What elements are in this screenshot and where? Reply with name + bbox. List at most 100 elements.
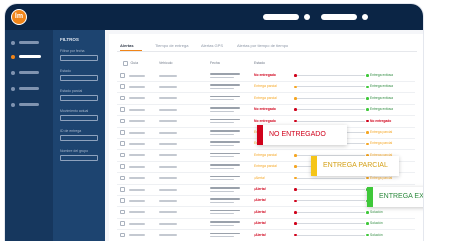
date-placeholder xyxy=(210,175,240,178)
date-placeholder xyxy=(210,232,240,235)
app-window: lm FILTROS Filtrar por fecha Estado Esta… xyxy=(5,4,423,241)
table-row[interactable]: ¡Alerta! Solución xyxy=(117,207,415,219)
row-result: Solución xyxy=(370,221,383,226)
filter-status-input[interactable] xyxy=(60,75,98,81)
sidebar-item[interactable] xyxy=(11,86,47,92)
filter-label: Estado parcial xyxy=(60,89,83,93)
nav-icon xyxy=(11,71,15,75)
callout-edge xyxy=(257,125,263,145)
result-dot-icon xyxy=(366,142,369,146)
guia-placeholder xyxy=(129,97,145,100)
row-checkbox[interactable] xyxy=(120,141,125,146)
guia-placeholder xyxy=(129,120,145,123)
row-checkbox[interactable] xyxy=(120,95,125,101)
tab-alertas-gps[interactable]: Alertas GPS xyxy=(201,43,223,48)
guia-placeholder xyxy=(129,154,145,157)
tab-tiempo-entrega[interactable]: Tiempo de entrega xyxy=(155,43,188,48)
filters-title: FILTROS xyxy=(60,37,79,42)
row-status: Entrega parcial xyxy=(254,164,277,169)
vehicle-placeholder xyxy=(159,120,177,123)
filter-label: Nombre del grupo xyxy=(60,149,89,153)
guia-placeholder xyxy=(129,177,145,180)
callout-label: NO ENTREGADO xyxy=(269,131,326,138)
col-header-estado: Estado xyxy=(254,61,265,65)
table-row[interactable]: No entregado Entrega exitosa xyxy=(117,104,415,117)
filter-group-input[interactable] xyxy=(60,155,98,161)
guia-placeholder xyxy=(129,211,145,214)
date-placeholder xyxy=(210,95,240,98)
select-all-checkbox[interactable] xyxy=(123,61,128,66)
tab-alertas[interactable]: Alertas xyxy=(120,43,134,48)
vehicle-placeholder xyxy=(159,234,177,237)
row-result: Entrega parcial xyxy=(370,175,393,180)
row-checkbox[interactable] xyxy=(120,73,125,78)
guia-placeholder xyxy=(129,142,145,145)
table-row[interactable]: Entrega parcial Entrega exitosa xyxy=(117,93,415,105)
filter-date-input[interactable] xyxy=(60,55,98,61)
date-placeholder xyxy=(210,130,240,132)
callout-edge xyxy=(367,187,373,207)
tabs-divider xyxy=(117,51,417,52)
nav-icon xyxy=(11,103,15,107)
filter-label: Movimiento actual xyxy=(60,109,89,113)
sidebar-item[interactable] xyxy=(11,70,47,76)
col-header-guia: Guía xyxy=(130,61,139,66)
row-checkbox[interactable] xyxy=(120,221,125,226)
vehicle-placeholder xyxy=(159,165,177,168)
row-checkbox[interactable] xyxy=(120,175,125,181)
status-timeline xyxy=(297,75,365,76)
sidebar-item[interactable] xyxy=(11,102,47,108)
guia-placeholder xyxy=(129,85,145,88)
row-checkbox[interactable] xyxy=(120,152,125,158)
filter-label: Filtrar por fecha xyxy=(60,49,85,53)
result-dot-icon xyxy=(366,131,369,134)
filters-panel: FILTROS Filtrar por fecha Estado Estado … xyxy=(53,30,105,241)
nav-icon xyxy=(11,87,15,91)
row-status: ¡Alerta! xyxy=(254,232,266,237)
filter-partial-input[interactable] xyxy=(60,95,98,101)
date-placeholder xyxy=(210,73,240,75)
row-result: Entrega parcial xyxy=(370,130,393,134)
status-timeline xyxy=(297,109,365,110)
row-status: Entrega parcial xyxy=(254,84,277,89)
app-logo[interactable]: lm xyxy=(11,9,27,25)
filter-label: Estado xyxy=(60,69,71,73)
filter-id-input[interactable] xyxy=(60,135,98,141)
row-status: ¡Alerta! xyxy=(254,175,265,180)
table-row[interactable]: ¡Alerta! Solución xyxy=(117,230,415,241)
row-checkbox[interactable] xyxy=(120,84,125,89)
top-menu-item[interactable] xyxy=(263,14,299,20)
row-checkbox[interactable] xyxy=(120,209,125,215)
row-status: No entregado xyxy=(254,118,276,123)
col-header-vehiculo: Vehículo xyxy=(159,61,173,65)
row-checkbox[interactable] xyxy=(120,187,125,192)
row-result: No entregado xyxy=(370,118,392,123)
table-row[interactable]: ¡Alerta! Solución xyxy=(117,218,415,231)
result-dot-icon xyxy=(366,176,369,180)
row-checkbox[interactable] xyxy=(120,198,125,203)
filter-movement-input[interactable] xyxy=(60,115,98,121)
date-placeholder xyxy=(210,164,240,166)
row-checkbox[interactable] xyxy=(120,232,125,238)
callout-edge xyxy=(311,156,317,176)
top-menu-item[interactable] xyxy=(321,14,357,20)
tab-alertas-tiempo[interactable]: Alertas por tiempo de tiempo xyxy=(237,43,288,48)
sidebar-item-active[interactable] xyxy=(11,54,47,60)
row-checkbox[interactable] xyxy=(120,118,125,124)
date-placeholder xyxy=(210,198,240,200)
row-checkbox[interactable] xyxy=(120,164,125,169)
result-dot-icon xyxy=(366,74,369,77)
row-status: Entrega parcial xyxy=(254,95,277,100)
filter-label: ID de entrega xyxy=(60,129,82,133)
date-placeholder xyxy=(210,187,240,189)
guia-placeholder xyxy=(129,199,145,202)
row-checkbox[interactable] xyxy=(120,107,125,112)
table-row[interactable]: Entrega parcial Entrega exitosa xyxy=(117,81,415,94)
callout-label: ENTREGA PARCIAL xyxy=(323,162,388,169)
sidebar-item[interactable] xyxy=(11,40,47,46)
status-timeline xyxy=(297,200,365,201)
table-row[interactable]: No entregado Entrega exitosa xyxy=(117,70,415,82)
row-checkbox[interactable] xyxy=(120,130,125,135)
row-result: Entrega exitosa xyxy=(370,84,393,89)
status-timeline xyxy=(297,120,365,122)
